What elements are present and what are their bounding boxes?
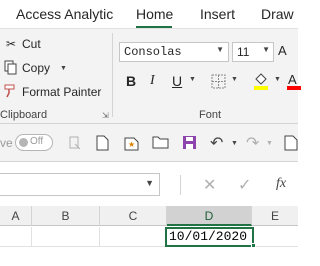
format-painter-button[interactable]: Format Painter bbox=[3, 84, 101, 100]
column-headers: A B C D E bbox=[0, 206, 298, 226]
tab-home[interactable]: Home bbox=[136, 6, 174, 28]
name-box[interactable]: ▼ bbox=[0, 173, 160, 196]
font-size-value: 11 bbox=[237, 45, 250, 59]
undo-icon[interactable]: ↶ bbox=[210, 133, 223, 153]
underline-dropdown-icon[interactable]: ▼ bbox=[189, 76, 196, 83]
scissors-icon: ✂ bbox=[5, 37, 17, 51]
column-header-selected[interactable]: D bbox=[167, 206, 252, 226]
svg-text:★: ★ bbox=[128, 140, 135, 149]
new-from-template-icon[interactable]: ★ bbox=[124, 135, 140, 154]
open-folder-icon[interactable] bbox=[152, 135, 170, 152]
column-header[interactable]: B bbox=[32, 206, 100, 226]
font-name-select[interactable]: Consolas ▼ bbox=[119, 42, 229, 62]
fill-color-dropdown-icon[interactable]: ▼ bbox=[274, 76, 281, 83]
touch-mode-icon[interactable] bbox=[68, 135, 82, 154]
paintbrush-icon bbox=[3, 84, 19, 100]
redo-dropdown-icon[interactable]: ▼ bbox=[266, 140, 273, 147]
formula-bar: ▼ ✕ ✓ fx bbox=[0, 162, 298, 206]
insert-function-button[interactable]: fx bbox=[276, 176, 286, 192]
cell[interactable] bbox=[0, 227, 32, 247]
font-group-label: Font bbox=[199, 109, 222, 121]
redo-icon[interactable]: ↷ bbox=[246, 133, 259, 153]
fill-handle[interactable] bbox=[251, 243, 256, 248]
borders-icon[interactable] bbox=[211, 74, 226, 92]
quick-access-toolbar: ve Off ★ ↶ ▼ ↷ ▼ bbox=[0, 124, 298, 162]
formula-bar-separator bbox=[180, 175, 181, 195]
cut-label: Cut bbox=[22, 37, 41, 51]
app-title: Access Analytic bbox=[16, 6, 114, 22]
enter-check-icon[interactable]: ✓ bbox=[238, 175, 251, 195]
borders-dropdown-icon[interactable]: ▼ bbox=[231, 76, 238, 83]
active-tab-indicator bbox=[136, 26, 172, 28]
clipboard-group-label: Clipboard bbox=[0, 109, 48, 121]
italic-button[interactable]: I bbox=[150, 73, 155, 89]
cell[interactable] bbox=[32, 227, 100, 247]
svg-text:A: A bbox=[288, 72, 297, 87]
tab-home-label: Home bbox=[136, 6, 174, 22]
cancel-icon[interactable]: ✕ bbox=[203, 175, 216, 195]
ribbon: ✂ Cut Copy ▼ Format Painter Clipboard ⇲ … bbox=[0, 29, 301, 124]
toggle-state-label: Off bbox=[30, 136, 44, 147]
tab-insert[interactable]: Insert bbox=[200, 6, 235, 22]
column-header[interactable]: A bbox=[0, 206, 32, 226]
save-icon[interactable] bbox=[182, 135, 197, 153]
chevron-down-icon: ▼ bbox=[262, 45, 270, 54]
column-header[interactable]: E bbox=[252, 206, 298, 226]
cell[interactable] bbox=[100, 227, 167, 247]
copy-icon bbox=[3, 60, 19, 76]
increase-font-size-icon[interactable]: A bbox=[278, 43, 287, 58]
chevron-down-icon: ▼ bbox=[216, 45, 224, 54]
font-size-select[interactable]: 11 ▼ bbox=[232, 42, 274, 62]
column-header[interactable]: C bbox=[100, 206, 167, 226]
bold-button[interactable]: B bbox=[126, 73, 136, 89]
fill-color-icon[interactable] bbox=[253, 71, 269, 94]
chevron-down-icon[interactable]: ▼ bbox=[145, 178, 154, 188]
font-color-icon[interactable]: A bbox=[287, 71, 301, 94]
copy-label: Copy bbox=[22, 61, 51, 75]
clipboard-dialog-launcher-icon[interactable]: ⇲ bbox=[102, 111, 109, 120]
copy-button[interactable]: Copy ▼ bbox=[3, 60, 67, 76]
autosave-label: ve bbox=[0, 136, 13, 150]
tab-draw[interactable]: Draw bbox=[261, 6, 294, 22]
group-separator bbox=[112, 33, 113, 117]
new-document-icon[interactable] bbox=[96, 135, 109, 154]
toggle-knob bbox=[19, 138, 28, 147]
underline-button[interactable]: U bbox=[172, 73, 182, 89]
format-painter-label: Format Painter bbox=[22, 85, 102, 99]
undo-dropdown-icon[interactable]: ▼ bbox=[231, 140, 238, 147]
ribbon-tab-bar: Access Analytic Home Insert Draw bbox=[0, 0, 298, 29]
cell[interactable] bbox=[254, 227, 298, 247]
cut-button[interactable]: ✂ Cut bbox=[3, 36, 41, 52]
copy-dropdown-icon[interactable]: ▼ bbox=[60, 65, 67, 72]
autosave-toggle[interactable]: Off bbox=[15, 134, 53, 151]
edit-document-icon[interactable] bbox=[284, 135, 298, 154]
active-cell[interactable]: 10/01/2020 bbox=[165, 227, 254, 247]
font-name-value: Consolas bbox=[124, 45, 182, 59]
